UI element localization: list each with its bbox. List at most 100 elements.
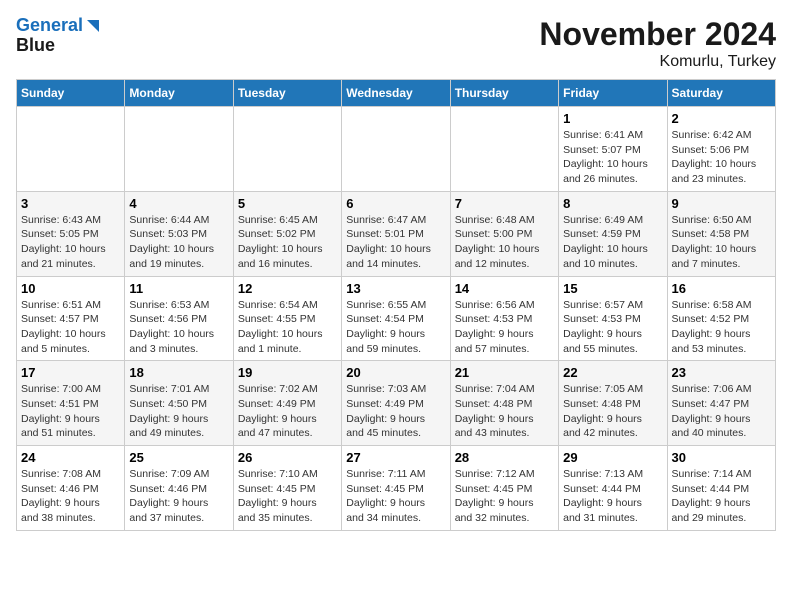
day-info: Sunrise: 6:42 AM Sunset: 5:06 PM Dayligh… <box>672 128 771 187</box>
day-number: 9 <box>672 196 771 211</box>
calendar-cell: 29 Sunrise: 7:13 AM Sunset: 4:44 PM Dayli… <box>559 446 667 531</box>
calendar-cell: 8 Sunrise: 6:49 AM Sunset: 4:59 PM Daylig… <box>559 191 667 276</box>
day-info: Sunrise: 6:57 AM Sunset: 4:53 PM Dayligh… <box>563 298 662 357</box>
calendar-table: SundayMondayTuesdayWednesdayThursdayFrid… <box>16 79 776 531</box>
calendar-cell: 27 Sunrise: 7:11 AM Sunset: 4:45 PM Dayli… <box>342 446 450 531</box>
calendar-cell: 6 Sunrise: 6:47 AM Sunset: 5:01 PM Daylig… <box>342 191 450 276</box>
day-info: Sunrise: 7:01 AM Sunset: 4:50 PM Dayligh… <box>129 382 228 441</box>
day-number: 10 <box>21 281 120 296</box>
calendar-cell: 4 Sunrise: 6:44 AM Sunset: 5:03 PM Daylig… <box>125 191 233 276</box>
calendar-cell: 10 Sunrise: 6:51 AM Sunset: 4:57 PM Dayli… <box>17 276 125 361</box>
weekday-header: Friday <box>559 80 667 107</box>
day-number: 20 <box>346 365 445 380</box>
day-info: Sunrise: 6:45 AM Sunset: 5:02 PM Dayligh… <box>238 213 337 272</box>
day-info: Sunrise: 6:53 AM Sunset: 4:56 PM Dayligh… <box>129 298 228 357</box>
weekday-header: Wednesday <box>342 80 450 107</box>
calendar-cell: 14Sunrise: 6:56 AM Sunset: 4:53 PM Dayli… <box>450 276 558 361</box>
weekday-header: Thursday <box>450 80 558 107</box>
calendar-week-row: 1Sunrise: 6:41 AM Sunset: 5:07 PM Daylig… <box>17 107 776 192</box>
day-info: Sunrise: 7:14 AM Sunset: 4:44 PM Dayligh… <box>672 467 771 526</box>
day-number: 17 <box>21 365 120 380</box>
logo-general: General <box>16 15 83 35</box>
day-number: 3 <box>21 196 120 211</box>
page-header: General Blue November 2024 Komurlu, Turk… <box>16 16 776 71</box>
day-number: 8 <box>563 196 662 211</box>
day-number: 7 <box>455 196 554 211</box>
day-info: Sunrise: 7:08 AM Sunset: 4:46 PM Dayligh… <box>21 467 120 526</box>
day-number: 14 <box>455 281 554 296</box>
day-info: Sunrise: 6:58 AM Sunset: 4:52 PM Dayligh… <box>672 298 771 357</box>
calendar-cell <box>125 107 233 192</box>
calendar-week-row: 10 Sunrise: 6:51 AM Sunset: 4:57 PM Dayli… <box>17 276 776 361</box>
calendar-cell: 24Sunrise: 7:08 AM Sunset: 4:46 PM Dayli… <box>17 446 125 531</box>
day-number: 26 <box>238 450 337 465</box>
calendar-cell: 22Sunrise: 7:05 AM Sunset: 4:48 PM Dayli… <box>559 361 667 446</box>
logo-arrow-icon <box>87 20 99 32</box>
calendar-cell: 5 Sunrise: 6:45 AM Sunset: 5:02 PM Daylig… <box>233 191 341 276</box>
day-info: Sunrise: 7:13 AM Sunset: 4:44 PM Dayligh… <box>563 467 662 526</box>
calendar-cell: 13Sunrise: 6:55 AM Sunset: 4:54 PM Dayli… <box>342 276 450 361</box>
day-info: Sunrise: 6:47 AM Sunset: 5:01 PM Dayligh… <box>346 213 445 272</box>
calendar-week-row: 17 Sunrise: 7:00 AM Sunset: 4:51 PM Dayli… <box>17 361 776 446</box>
calendar-cell: 3 Sunrise: 6:43 AM Sunset: 5:05 PM Daylig… <box>17 191 125 276</box>
day-number: 11 <box>129 281 228 296</box>
day-info: Sunrise: 7:06 AM Sunset: 4:47 PM Dayligh… <box>672 382 771 441</box>
calendar-cell: 2Sunrise: 6:42 AM Sunset: 5:06 PM Daylig… <box>667 107 775 192</box>
calendar-cell: 18Sunrise: 7:01 AM Sunset: 4:50 PM Dayli… <box>125 361 233 446</box>
day-info: Sunrise: 7:10 AM Sunset: 4:45 PM Dayligh… <box>238 467 337 526</box>
day-info: Sunrise: 6:48 AM Sunset: 5:00 PM Dayligh… <box>455 213 554 272</box>
day-number: 6 <box>346 196 445 211</box>
calendar-cell: 7 Sunrise: 6:48 AM Sunset: 5:00 PM Daylig… <box>450 191 558 276</box>
day-number: 21 <box>455 365 554 380</box>
calendar-cell <box>17 107 125 192</box>
day-info: Sunrise: 6:50 AM Sunset: 4:58 PM Dayligh… <box>672 213 771 272</box>
day-info: Sunrise: 6:55 AM Sunset: 4:54 PM Dayligh… <box>346 298 445 357</box>
calendar-cell: 19 Sunrise: 7:02 AM Sunset: 4:49 PM Dayli… <box>233 361 341 446</box>
day-info: Sunrise: 7:12 AM Sunset: 4:45 PM Dayligh… <box>455 467 554 526</box>
day-info: Sunrise: 7:04 AM Sunset: 4:48 PM Dayligh… <box>455 382 554 441</box>
calendar-title: November 2024 <box>539 16 776 53</box>
calendar-week-row: 24Sunrise: 7:08 AM Sunset: 4:46 PM Dayli… <box>17 446 776 531</box>
day-info: Sunrise: 7:00 AM Sunset: 4:51 PM Dayligh… <box>21 382 120 441</box>
day-number: 19 <box>238 365 337 380</box>
calendar-cell: 11 Sunrise: 6:53 AM Sunset: 4:56 PM Dayli… <box>125 276 233 361</box>
day-info: Sunrise: 6:44 AM Sunset: 5:03 PM Dayligh… <box>129 213 228 272</box>
calendar-subtitle: Komurlu, Turkey <box>539 53 776 71</box>
calendar-cell: 26 Sunrise: 7:10 AM Sunset: 4:45 PM Dayli… <box>233 446 341 531</box>
day-info: Sunrise: 6:51 AM Sunset: 4:57 PM Dayligh… <box>21 298 120 357</box>
day-number: 4 <box>129 196 228 211</box>
title-block: November 2024 Komurlu, Turkey <box>539 16 776 71</box>
calendar-cell: 16 Sunrise: 6:58 AM Sunset: 4:52 PM Dayli… <box>667 276 775 361</box>
day-number: 22 <box>563 365 662 380</box>
day-number: 12 <box>238 281 337 296</box>
day-number: 5 <box>238 196 337 211</box>
calendar-cell <box>342 107 450 192</box>
weekday-header: Sunday <box>17 80 125 107</box>
calendar-cell: 12 Sunrise: 6:54 AM Sunset: 4:55 PM Dayli… <box>233 276 341 361</box>
day-number: 1 <box>563 111 662 126</box>
calendar-cell <box>450 107 558 192</box>
calendar-cell: 15 Sunrise: 6:57 AM Sunset: 4:53 PM Dayli… <box>559 276 667 361</box>
day-number: 30 <box>672 450 771 465</box>
weekday-header: Saturday <box>667 80 775 107</box>
day-number: 27 <box>346 450 445 465</box>
calendar-cell <box>233 107 341 192</box>
calendar-cell: 21 Sunrise: 7:04 AM Sunset: 4:48 PM Dayli… <box>450 361 558 446</box>
calendar-cell: 30 Sunrise: 7:14 AM Sunset: 4:44 PM Dayli… <box>667 446 775 531</box>
logo: General Blue <box>16 16 99 56</box>
day-number: 29 <box>563 450 662 465</box>
day-number: 23 <box>672 365 771 380</box>
calendar-cell: 20Sunrise: 7:03 AM Sunset: 4:49 PM Dayli… <box>342 361 450 446</box>
day-number: 28 <box>455 450 554 465</box>
day-info: Sunrise: 7:11 AM Sunset: 4:45 PM Dayligh… <box>346 467 445 526</box>
calendar-cell: 9 Sunrise: 6:50 AM Sunset: 4:58 PM Daylig… <box>667 191 775 276</box>
day-number: 16 <box>672 281 771 296</box>
calendar-cell: 17 Sunrise: 7:00 AM Sunset: 4:51 PM Dayli… <box>17 361 125 446</box>
day-info: Sunrise: 7:02 AM Sunset: 4:49 PM Dayligh… <box>238 382 337 441</box>
day-info: Sunrise: 6:49 AM Sunset: 4:59 PM Dayligh… <box>563 213 662 272</box>
day-number: 25 <box>129 450 228 465</box>
logo-blue: Blue <box>16 36 55 56</box>
day-number: 15 <box>563 281 662 296</box>
day-info: Sunrise: 6:43 AM Sunset: 5:05 PM Dayligh… <box>21 213 120 272</box>
day-info: Sunrise: 6:54 AM Sunset: 4:55 PM Dayligh… <box>238 298 337 357</box>
